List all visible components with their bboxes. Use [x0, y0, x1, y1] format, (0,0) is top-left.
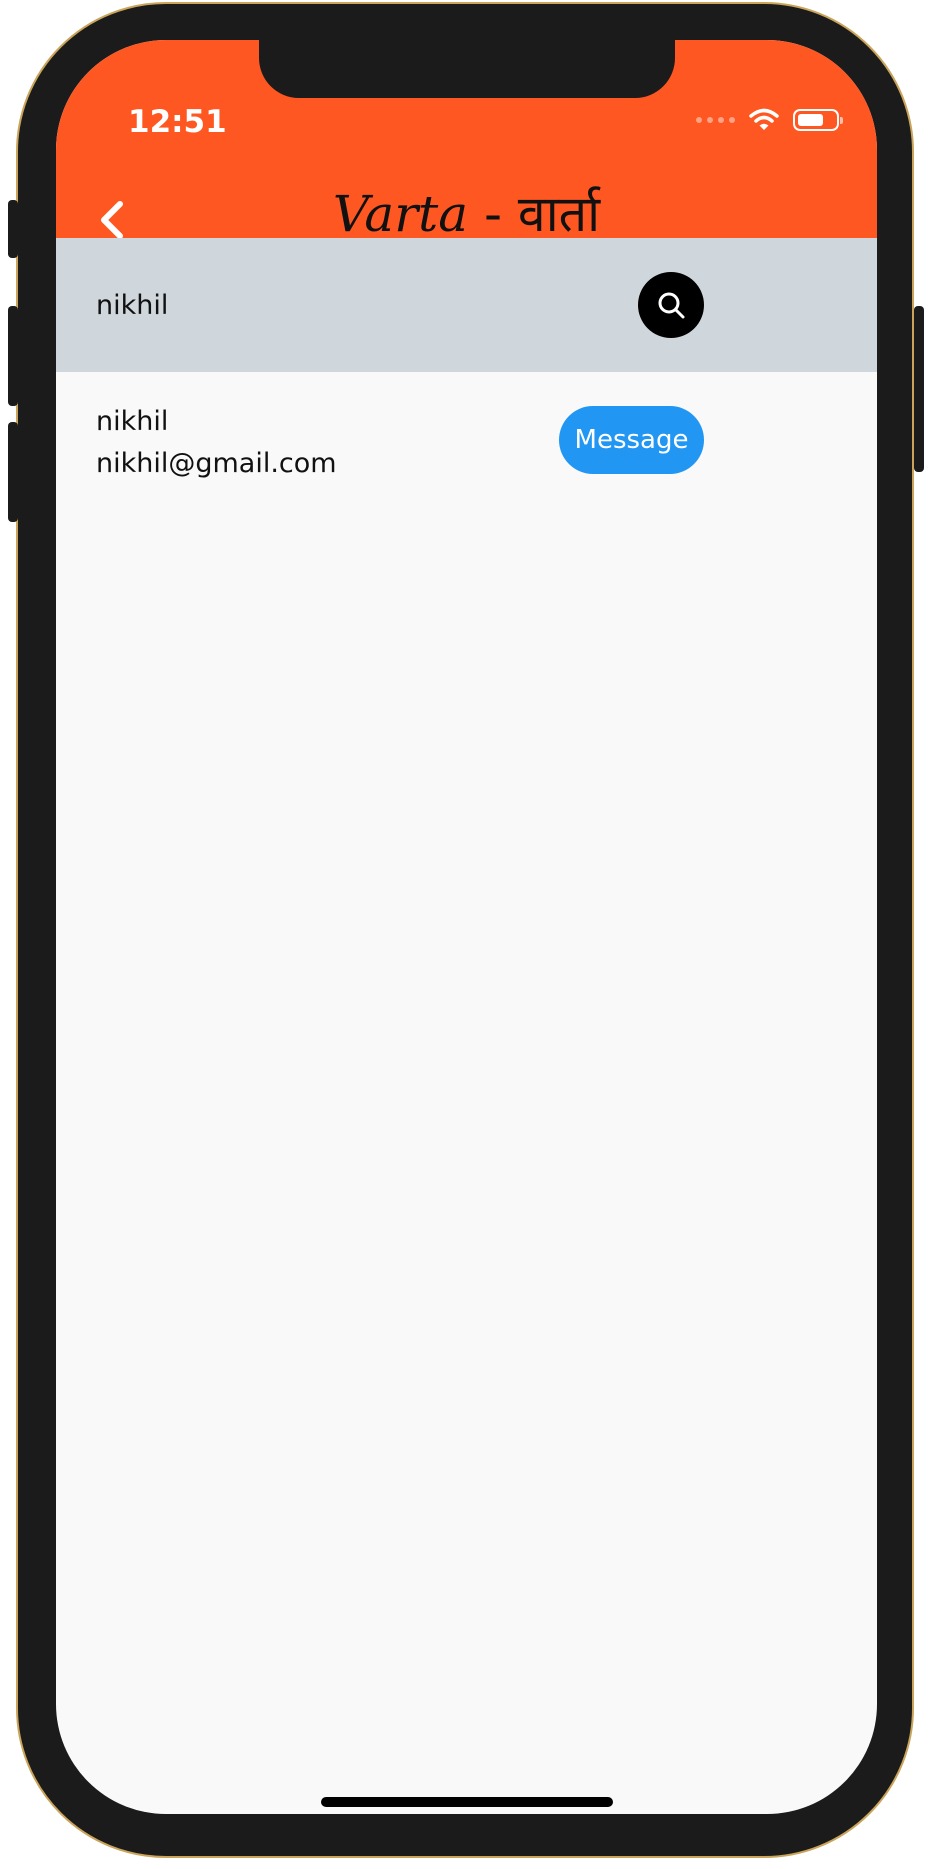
app-title: Varta - वार्ता	[56, 178, 877, 246]
volume-up-button	[8, 306, 18, 406]
power-button	[914, 306, 924, 472]
search-icon	[658, 292, 685, 319]
message-button[interactable]: Message	[559, 406, 704, 474]
user-email: nikhil@gmail.com	[96, 448, 337, 479]
home-indicator[interactable]	[321, 1797, 613, 1807]
app-title-separator: -	[468, 185, 518, 243]
status-time: 12:51	[128, 104, 227, 140]
mute-switch	[8, 200, 18, 258]
volume-down-button	[8, 422, 18, 522]
app-title-latin: Varta	[332, 185, 469, 243]
notch	[259, 40, 675, 98]
battery-icon	[793, 109, 843, 131]
battery-level	[798, 114, 823, 126]
screen: 12:51 Varta - वार्ता nikhil nikhil nikhi…	[56, 40, 877, 1814]
user-name: nikhil	[96, 406, 169, 437]
search-input[interactable]	[96, 274, 616, 336]
list-item: nikhil nikhil@gmail.com Message	[56, 372, 877, 512]
wifi-icon	[749, 108, 779, 130]
status-icons	[696, 108, 843, 132]
search-bar	[56, 238, 877, 372]
search-button[interactable]	[638, 272, 704, 338]
app-title-devanagari: वार्ता	[517, 185, 601, 243]
signal-icon	[696, 117, 735, 123]
